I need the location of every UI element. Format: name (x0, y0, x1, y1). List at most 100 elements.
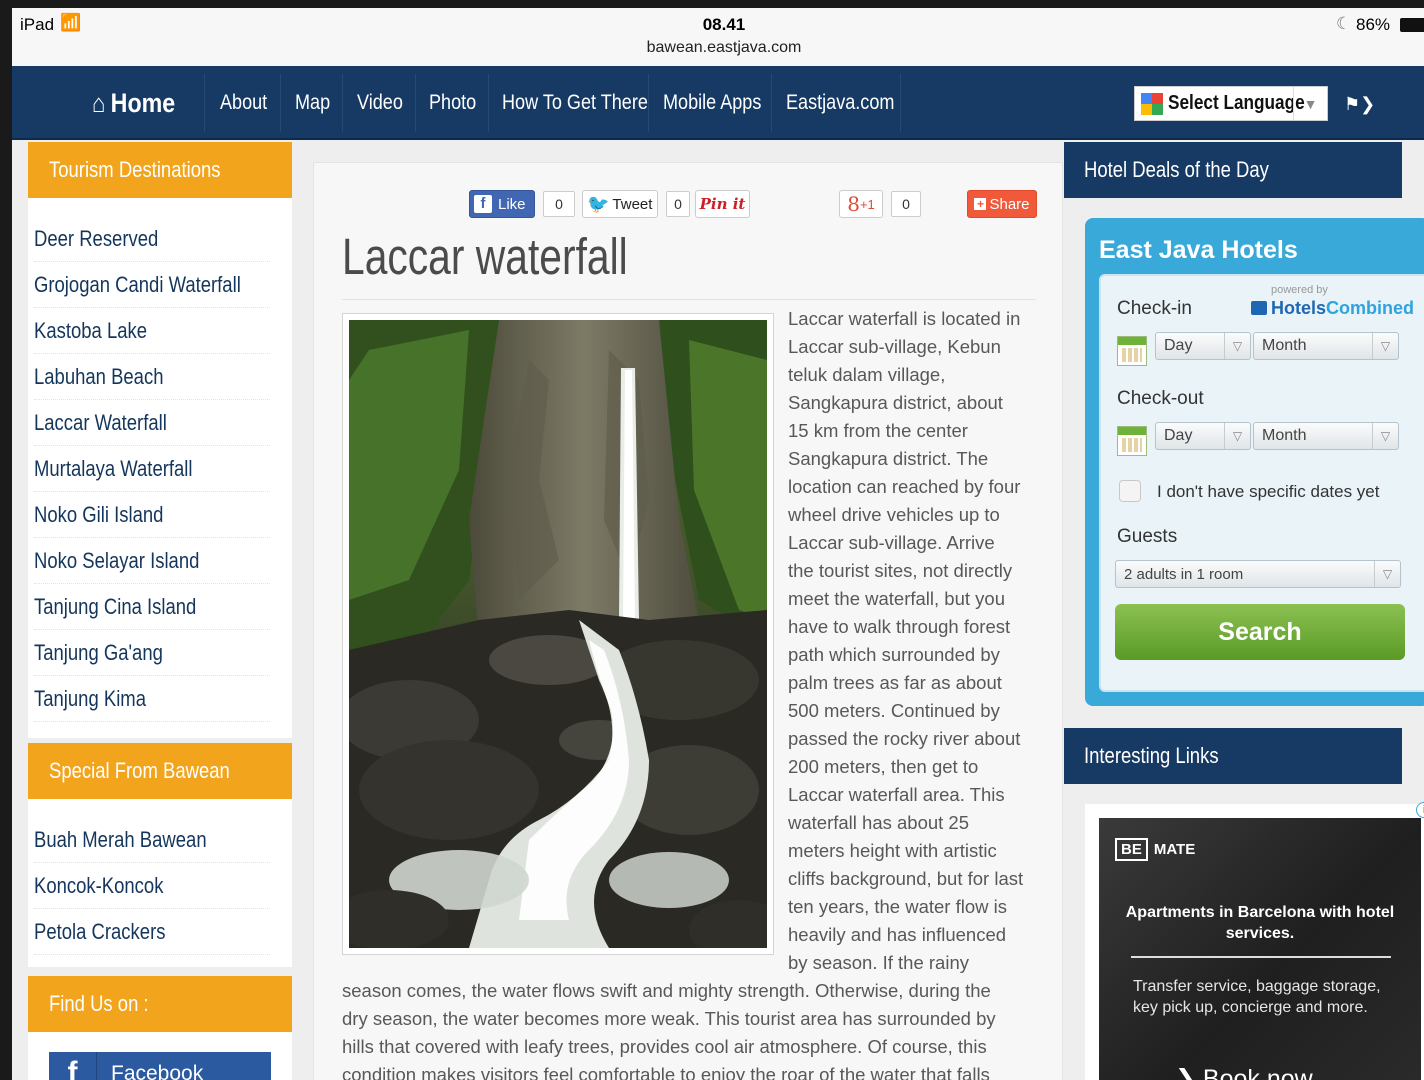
article-line: 200 meters, then get to (788, 756, 979, 777)
browser-viewport: iPad 📶 08.41 bawean.eastjava.com ☾ 86% ⌂… (12, 8, 1424, 1080)
share-label: Share (989, 195, 1030, 213)
tourism-link[interactable]: Labuhan Beach (34, 354, 270, 400)
nav-home[interactable]: ⌂ Home (92, 66, 175, 140)
hotelscombined-icon (1251, 301, 1267, 315)
waterfall-photo (349, 320, 767, 948)
tourism-link[interactable]: Laccar Waterfall (34, 400, 270, 446)
hotel-search-button[interactable]: Search (1115, 604, 1405, 660)
tourism-destinations-header: Tourism Destinations (28, 142, 292, 198)
facebook-label: Facebook (111, 1062, 204, 1080)
tourism-link[interactable]: Grojogan Candi Waterfall (34, 262, 270, 308)
ad-body: Transfer service, baggage storage, key p… (1133, 978, 1381, 1016)
facebook-like-button[interactable]: f Like (469, 190, 535, 218)
special-link[interactable]: Buah Merah Bawean (34, 817, 270, 863)
checkin-day-select[interactable]: Day ▽ (1155, 332, 1251, 360)
bemate-logo: BE MATE (1115, 838, 1195, 861)
tourism-link[interactable]: Tanjung Cina Island (34, 584, 270, 630)
nav-eastjava[interactable]: Eastjava.com (786, 66, 894, 140)
article-line: wheel drive vehicles up to (788, 504, 1000, 525)
article-line: heavily and has influenced (788, 924, 1007, 945)
article-line: condition makes visitors feel comfortabl… (342, 1064, 990, 1080)
hotel-widget-form: powered by HotelsCombined Check-in Day ▽ … (1099, 274, 1424, 692)
google-plus-button[interactable]: 8 +1 (839, 190, 883, 218)
pin-it-button[interactable]: Pin it (695, 190, 750, 218)
tourism-link[interactable]: Noko Selayar Island (34, 538, 270, 584)
checkout-month-select[interactable]: Month ▽ (1253, 422, 1399, 450)
ad-banner[interactable]: BE MATE Apartments in Barcelona with hot… (1099, 818, 1421, 1080)
address-bar-url[interactable]: bawean.eastjava.com (12, 39, 1424, 57)
share-button[interactable]: + Share (967, 190, 1037, 218)
nav-divider (488, 74, 489, 132)
tweet-label: Tweet (612, 195, 653, 213)
flag-menu-icon[interactable]: ⚑❯ (1344, 94, 1375, 115)
hotelscombined-logo: powered by HotelsCombined (1251, 284, 1414, 324)
ad-cta-label: Book now (1202, 1065, 1313, 1080)
checkin-day-value: Day (1164, 337, 1193, 354)
tourism-link[interactable]: Murtalaya Waterfall (34, 446, 270, 492)
tourism-link-label: Noko Gili Island (34, 501, 164, 527)
tweet-count: 0 (666, 191, 690, 217)
like-label: Like (498, 195, 526, 213)
hotel-deals-title: Hotel Deals of the Day (1084, 157, 1269, 182)
checkout-month-value: Month (1262, 427, 1307, 444)
tourism-link[interactable]: Tanjung Kima (34, 676, 270, 722)
battery-icon (1400, 18, 1424, 32)
tweet-button[interactable]: 🐦 Tweet (582, 190, 658, 218)
facebook-button[interactable]: f Facebook (49, 1052, 271, 1080)
ad-divider (1131, 956, 1391, 958)
no-dates-checkbox[interactable] (1119, 480, 1141, 502)
tourism-link[interactable]: Kastoba Lake (34, 308, 270, 354)
article-line: passed the rocky river about (788, 728, 1021, 749)
article-line: location can reached by four (788, 476, 1021, 497)
special-link[interactable]: Koncok-Koncok (34, 863, 270, 909)
nav-photo[interactable]: Photo (429, 66, 476, 140)
dropdown-arrow-icon: ▽ (1374, 561, 1400, 587)
language-select[interactable]: Select Language ▼ (1134, 86, 1328, 121)
article-title: Laccar waterfall (342, 228, 628, 285)
checkout-day-value: Day (1164, 427, 1193, 444)
powered-by-label: powered by (1271, 284, 1328, 296)
hotel-search-widget: East Java Hotels powered by HotelsCombin… (1085, 218, 1424, 706)
calendar-icon[interactable] (1117, 336, 1147, 366)
article-line: 500 meters. Continued by (788, 700, 1000, 721)
tourism-link[interactable]: Deer Reserved (34, 216, 270, 262)
battery-percent: 86% (1356, 15, 1391, 34)
tourism-link-label: Murtalaya Waterfall (34, 455, 193, 481)
nav-about[interactable]: About (220, 66, 267, 140)
checkin-month-select[interactable]: Month ▽ (1253, 332, 1399, 360)
article-line: the tourist sites, not directly (788, 560, 1013, 581)
tourism-link[interactable]: Tanjung Ga'ang (34, 630, 270, 676)
bemate-logo-a: BE (1115, 838, 1148, 861)
nav-divider (342, 74, 343, 132)
special-link-label: Buah Merah Bawean (34, 826, 207, 852)
nav-divider (280, 74, 281, 132)
article-line: cliffs background, but for last (788, 868, 1024, 889)
clock: 08.41 (702, 15, 746, 34)
nav-how-to-get-there[interactable]: How To Get There (502, 66, 648, 140)
tourism-link[interactable]: Noko Gili Island (34, 492, 270, 538)
dropdown-arrow-icon: ▽ (1224, 333, 1250, 359)
tourism-link-label: Tanjung Ga'ang (34, 639, 163, 665)
nav-mobile-apps[interactable]: Mobile Apps (663, 66, 761, 140)
bemate-logo-b: MATE (1153, 841, 1196, 858)
special-link-label: Koncok-Koncok (34, 872, 164, 898)
nav-divider (771, 74, 772, 132)
special-link[interactable]: Petola Crackers (34, 909, 270, 955)
checkout-label: Check-out (1117, 388, 1204, 409)
ad-book-now[interactable]: ❯ Book now (1175, 1064, 1313, 1080)
guests-label: Guests (1117, 526, 1178, 547)
special-link-label: Petola Crackers (34, 918, 166, 944)
hotel-widget-title: East Java Hotels (1099, 236, 1298, 264)
article-line: Laccar sub-village, Kebun (788, 336, 1001, 357)
tourism-destinations-title: Tourism Destinations (49, 157, 221, 182)
article-line: Laccar waterfall is located in (788, 308, 1021, 329)
tourism-link-label: Noko Selayar Island (34, 547, 200, 573)
brand-part-a: Hotels (1271, 298, 1327, 318)
calendar-icon[interactable] (1117, 426, 1147, 456)
guests-select[interactable]: 2 adults in 1 room ▽ (1115, 560, 1401, 588)
checkout-day-select[interactable]: Day ▽ (1155, 422, 1251, 450)
nav-video[interactable]: Video (357, 66, 403, 140)
nav-divider (648, 74, 649, 132)
nav-map[interactable]: Map (295, 66, 330, 140)
advertisement[interactable]: BE MATE Apartments in Barcelona with hot… (1085, 804, 1424, 1080)
